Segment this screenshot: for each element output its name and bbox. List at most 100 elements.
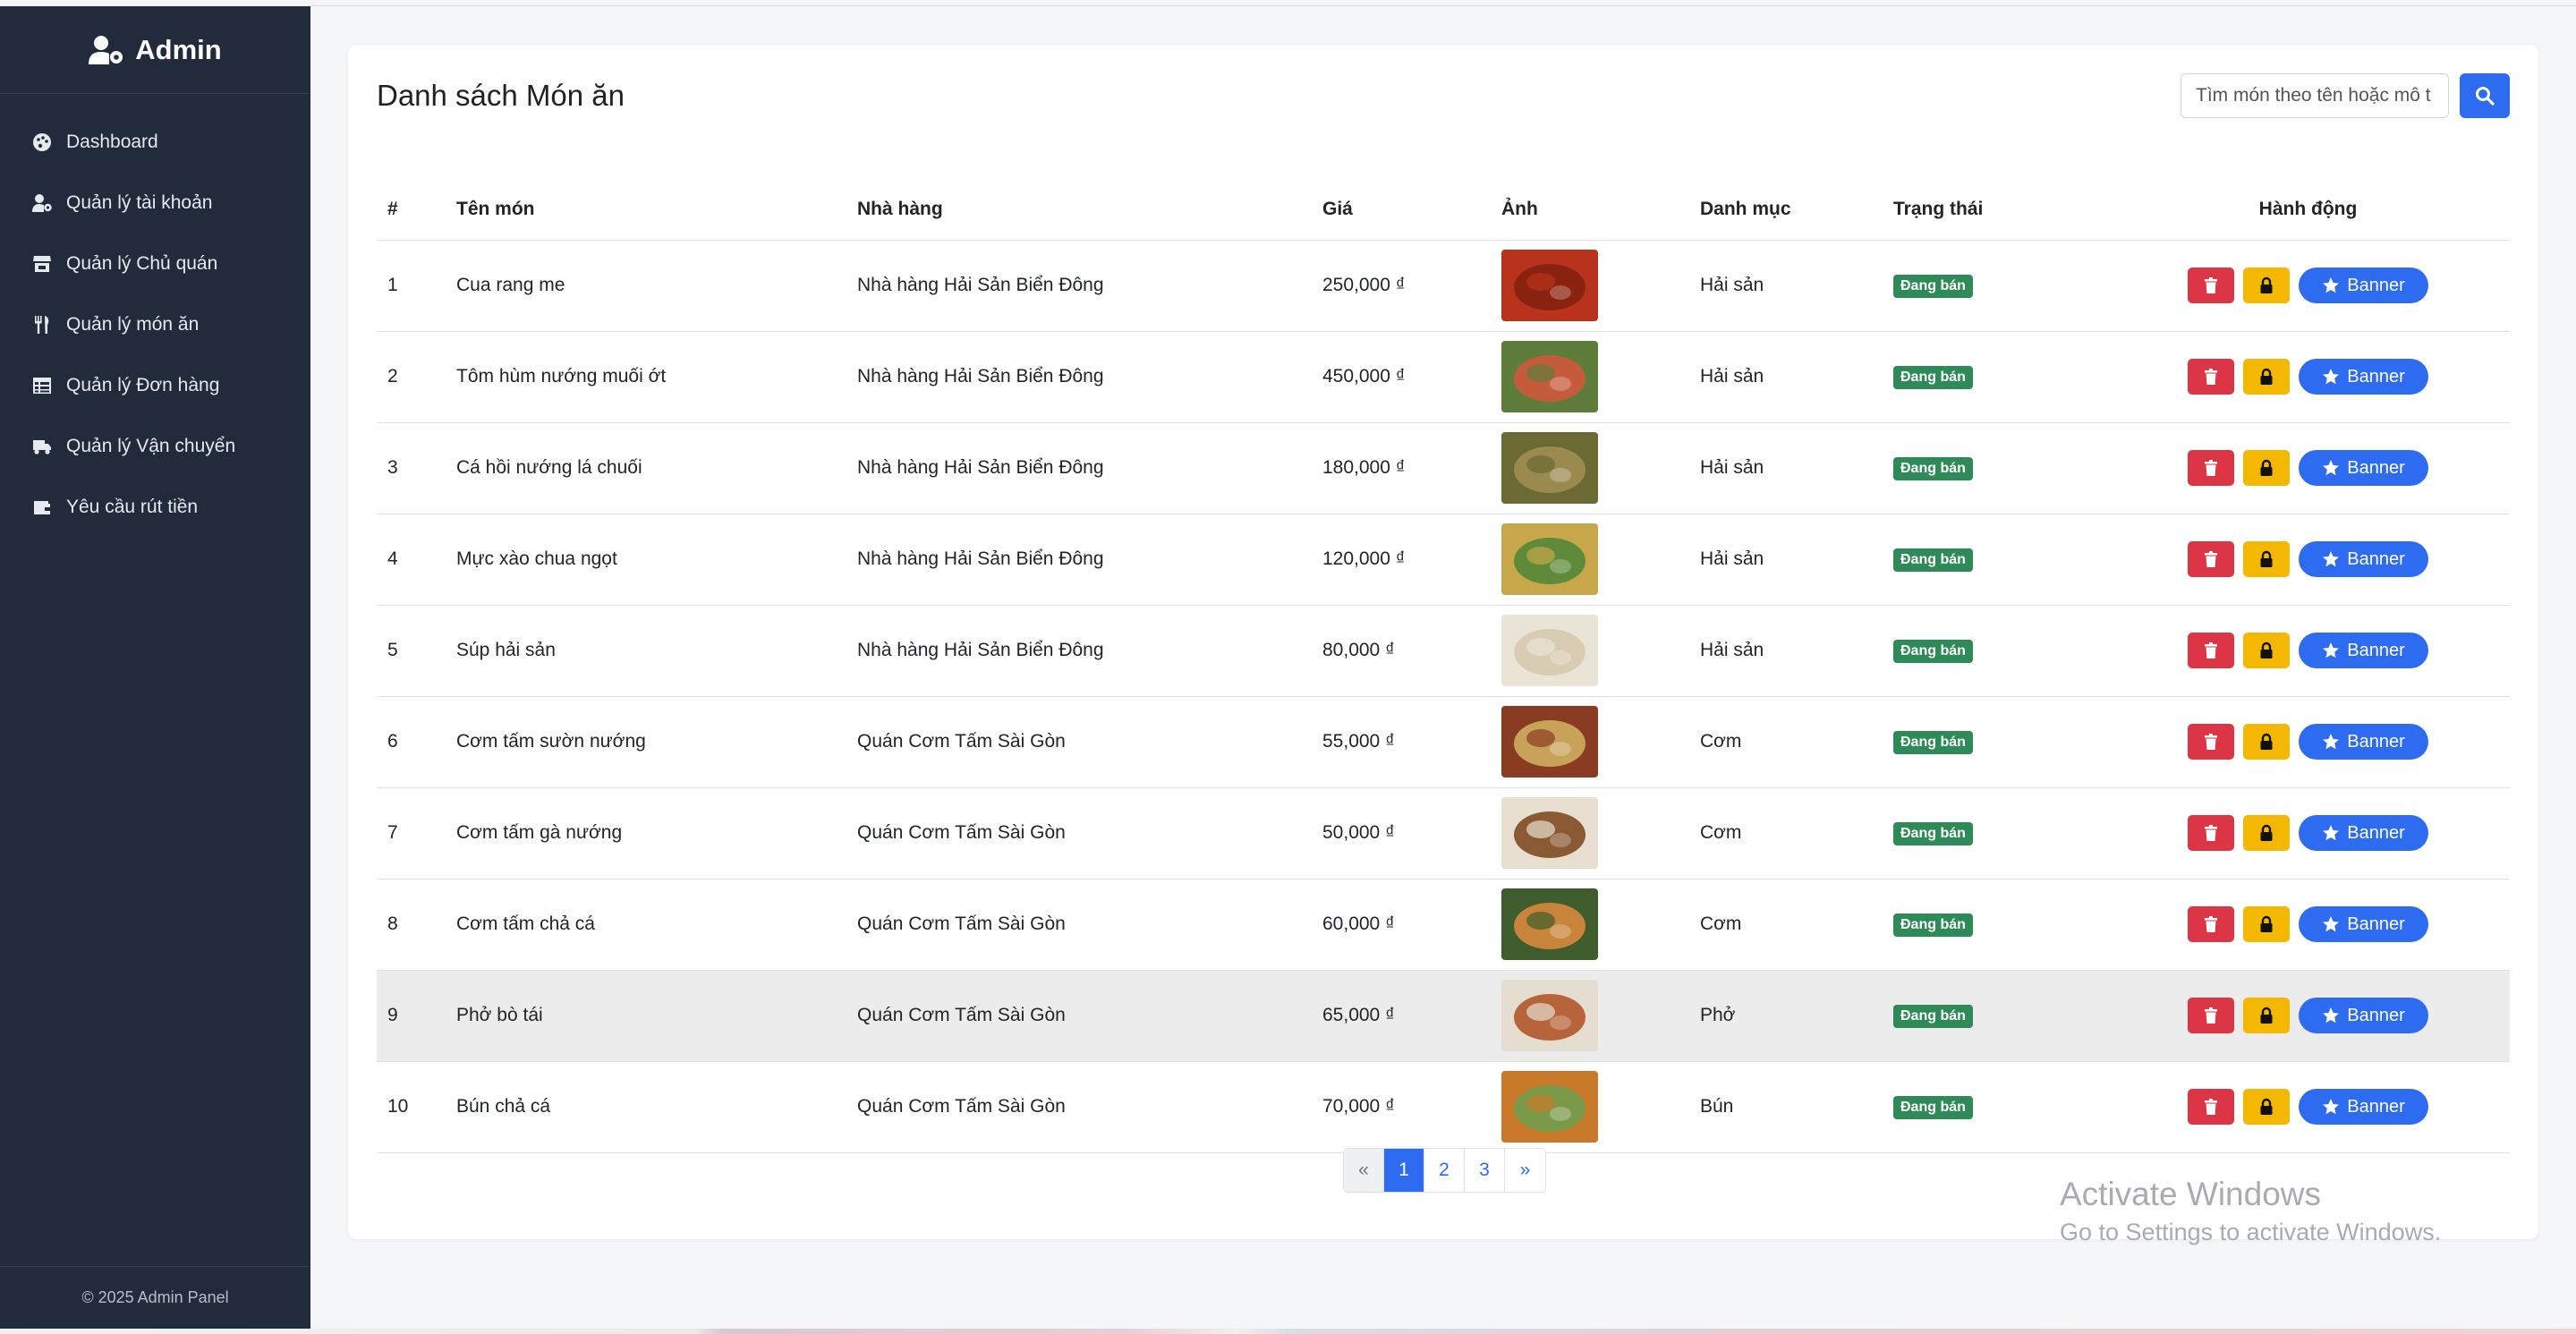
delete-button[interactable] [2188,906,2235,942]
banner-button[interactable]: Banner [2299,450,2428,486]
dish-category: Hải sản [1689,331,1883,423]
restaurant-name: Nhà hàng Hải Sản Biển Đông [846,514,1312,606]
dish-table: # Tên món Nhà hàng Giá Ảnh Danh mục Trạn… [377,179,2510,1153]
lock-button[interactable] [2243,815,2291,851]
trash-icon [2205,551,2218,567]
lock-icon [2260,276,2273,293]
banner-button[interactable]: Banner [2299,998,2428,1033]
trash-icon [2205,642,2218,659]
banner-button[interactable]: Banner [2299,541,2428,577]
delete-button[interactable] [2188,1089,2235,1125]
banner-button[interactable]: Banner [2299,906,2428,942]
lock-button[interactable] [2243,541,2291,577]
banner-button[interactable]: Banner [2299,1089,2428,1125]
table-row: 3 Cá hồi nướng lá chuối Nhà hàng Hải Sản… [377,422,2510,514]
restaurant-name: Quán Cơm Tấm Sài Gòn [846,1061,1312,1153]
column-header[interactable]: Trạng thái [1883,179,2106,241]
column-header[interactable]: # [377,179,446,241]
delete-button[interactable] [2188,268,2235,303]
brand-label: Admin [135,33,222,65]
sidebar-item-dashboard[interactable]: Dashboard [0,112,310,173]
search-button[interactable] [2460,73,2510,118]
sidebar-item-owners[interactable]: Quản lý Chủ quán [0,234,310,294]
sidebar-item-withdrawals[interactable]: Yêu cầu rút tiền [0,477,310,538]
lock-icon [2260,459,2273,476]
column-header[interactable]: Giá [1312,179,1491,241]
lock-button[interactable] [2243,268,2291,303]
dish-image-cell [1491,240,1689,332]
restaurant-name: Quán Cơm Tấm Sài Gòn [846,696,1312,788]
page-3[interactable]: 3 [1465,1149,1505,1192]
dish-image-cell [1491,331,1689,423]
lock-button[interactable] [2243,359,2291,395]
column-header[interactable]: Tên món [446,179,846,241]
column-header[interactable]: Danh mục [1689,179,1883,241]
dish-name: Cơm tấm gà nướng [446,787,846,879]
column-header[interactable]: Hành động [2106,179,2510,241]
search-input[interactable] [2181,73,2449,118]
lock-button[interactable] [2243,450,2291,486]
star-icon [2323,551,2340,567]
dish-price: 50,000 ₫ [1312,787,1491,879]
delete-button[interactable] [2188,541,2235,577]
trash-icon [2205,734,2218,750]
status-badge: Đang bán [1893,821,1973,845]
lock-icon [2260,1098,2273,1115]
delete-button[interactable] [2188,815,2235,851]
sidebar-item-orders[interactable]: Quản lý Đơn hàng [0,355,310,416]
delete-button[interactable] [2188,724,2235,760]
page-title: Danh sách Món ăn [377,79,625,112]
dish-image-cell [1491,696,1689,788]
delete-button[interactable] [2188,633,2235,668]
column-header[interactable]: Nhà hàng [846,179,1312,241]
dish-image-cell [1491,605,1689,697]
status-cell: Đang bán [1883,879,2106,971]
sidebar-item-dishes[interactable]: Quản lý món ăn [0,294,310,355]
banner-button[interactable]: Banner [2299,724,2428,760]
wallet-icon [34,501,50,514]
dish-image-cell [1491,787,1689,879]
banner-button[interactable]: Banner [2299,633,2428,668]
truck-icon [33,440,51,455]
dish-image-cell [1491,879,1689,971]
table-row: 7 Cơm tấm gà nướng Quán Cơm Tấm Sài Gòn … [377,787,2510,879]
page-prev[interactable]: « [1344,1149,1384,1192]
lock-button[interactable] [2243,998,2291,1033]
star-icon [2323,369,2340,385]
sidebar-brand[interactable]: Admin [0,6,310,94]
table-row: 2 Tôm hùm nướng muối ớt Nhà hàng Hải Sản… [377,331,2510,423]
lock-icon [2260,733,2273,750]
dish-category: Cơm [1689,879,1883,971]
dish-name: Cá hồi nướng lá chuối [446,422,846,514]
sidebar-item-label: Dashboard [66,132,158,152]
row-number: 7 [377,787,446,879]
delete-button[interactable] [2188,359,2235,395]
lock-icon [2260,915,2273,932]
delete-button[interactable] [2188,450,2235,486]
search-icon [2476,87,2495,106]
lock-button[interactable] [2243,906,2291,942]
status-badge: Đang bán [1893,548,1973,572]
status-badge: Đang bán [1893,274,1973,298]
lock-button[interactable] [2243,724,2291,760]
banner-button[interactable]: Banner [2299,359,2428,395]
banner-button[interactable]: Banner [2299,815,2428,851]
page-next[interactable]: » [1505,1149,1545,1192]
column-header[interactable]: Ảnh [1491,179,1689,241]
banner-button[interactable]: Banner [2299,268,2428,303]
trash-icon [2205,1099,2218,1115]
dish-price: 60,000 ₫ [1312,879,1491,971]
store-icon [33,256,51,272]
sidebar-item-shipping[interactable]: Quản lý Vận chuyển [0,416,310,477]
taskbar-strip [0,1329,2576,1334]
status-cell: Đang bán [1883,1061,2106,1153]
sidebar-item-accounts[interactable]: Quản lý tài khoản [0,173,310,234]
dish-image [1501,797,1598,869]
star-icon [2323,1007,2340,1024]
delete-button[interactable] [2188,998,2235,1033]
status-cell: Đang bán [1883,605,2106,697]
lock-button[interactable] [2243,1089,2291,1125]
lock-button[interactable] [2243,633,2291,668]
page-2[interactable]: 2 [1424,1149,1465,1192]
page-1[interactable]: 1 [1384,1149,1424,1192]
